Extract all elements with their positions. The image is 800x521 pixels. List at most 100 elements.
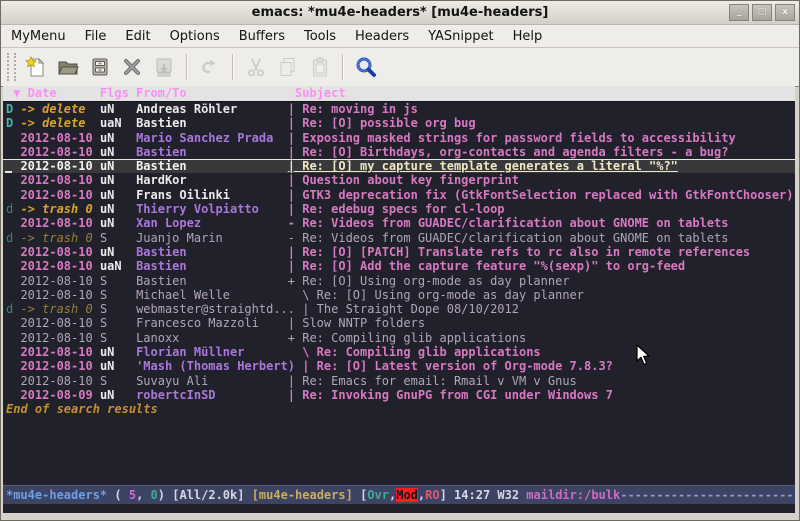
subject-column: \ Re: Compiling glib applications [288,345,541,359]
mark-column [6,345,20,359]
mark-column [6,145,20,159]
date-column: 2012-08-10 [20,159,99,173]
modeline-segment: Mod [396,488,418,502]
message-row[interactable]: 2012-08-10 uN HardKor | Question about k… [3,173,795,187]
message-row[interactable]: D -> delete uN Andreas Röhler | Re: movi… [3,102,795,116]
search-icon[interactable] [350,52,382,82]
from-column: Juanjo Marin [136,231,288,245]
mark-column: d [6,202,20,216]
flags-column: uN [100,388,136,402]
toolbar-separator [342,54,344,80]
menu-item-headers[interactable]: Headers [355,29,409,44]
message-row[interactable]: d -> trash 0 S Juanjo Marin - Re: Videos… [3,231,795,245]
menu-item-file[interactable]: File [85,29,107,44]
from-column: Bastien [136,245,288,259]
from-column: Michael Welle [136,288,288,302]
message-row[interactable]: d -> trash 0 S webmaster@straightd... | … [3,302,795,316]
from-column: Thierry Volpiatto [136,202,288,216]
menu-item-help[interactable]: Help [513,29,543,44]
message-row[interactable]: 2012-08-10 uaN Bastien | Re: [O] Add the… [3,259,795,273]
mark-action: -> trash 0 [20,202,99,216]
message-row[interactable]: 2012-08-10 S Suvayu Ali | Re: Emacs for … [3,374,795,388]
new-file-icon[interactable] [20,52,52,82]
message-row[interactable]: 2012-08-10 S Michael Welle \ Re: [O] Usi… [3,288,795,302]
save-icon[interactable] [84,52,116,82]
menu-item-buffers[interactable]: Buffers [239,29,285,44]
subject-column: | Re: [O] Latest version of Org-mode 7.8… [302,359,613,373]
close-button[interactable]: x [775,4,795,21]
message-row[interactable]: 2012-08-10 uN Florian Müllner \ Re: Comp… [3,345,795,359]
modeline-segment: ] [440,488,454,502]
message-row[interactable]: 2012-08-10 S Francesco Mazzoli | Slow NN… [3,316,795,330]
message-row[interactable]: 2012-08-10 uN Frans Oilinki | GTK3 depre… [3,188,795,202]
flags-column: uN [100,245,136,259]
menu-item-tools[interactable]: Tools [304,29,336,44]
mode-line[interactable]: *mu4e-headers* ( 5, 0) [All/2.0k] [mu4e-… [3,485,795,504]
flags-column: uN [100,202,136,216]
message-row[interactable]: 2012-08-10 uN Bastien | Re: [O] Birthday… [3,145,795,159]
mu4e-headers-buffer: ▼ Date Flgs From/To Subject D -> delete … [3,86,795,513]
subject-column: | Re: [O] [PATCH] Translate refs to rc a… [288,245,750,259]
date-column: 2012-08-10 [20,288,99,302]
from-column: Francesco Mazzoli [136,316,288,330]
date-column: 2012-08-10 [20,374,99,388]
mark-column [6,259,20,273]
window-buttons: _□x [729,4,795,21]
message-row[interactable]: 2012-08-10 uN Mario Sanchez Prada | Expo… [3,131,795,145]
mouse-cursor [636,344,652,366]
from-column: Bastien [136,145,288,159]
toolbar-grip-icon[interactable] [7,53,16,81]
message-row[interactable]: 2012-08-10 uN Bastien | Re: [O] [PATCH] … [3,245,795,259]
subject-column: | Re: [O] possible org bug [288,116,476,130]
headers-column-header[interactable]: ▼ Date Flgs From/To Subject [3,86,795,102]
from-column: Andreas Röhler [136,102,288,116]
date-column: 2012-08-10 [20,274,99,288]
from-column: Xan Lopez [136,216,288,230]
menu-bar: MyMenu File Edit Options Buffers Tools Headers… [1,25,799,48]
mark-column [6,274,20,288]
from-column: Frans Oilinki [136,188,288,202]
mark-column [6,216,20,230]
date-column: 2012-08-10 [20,131,99,145]
message-row[interactable]: d -> trash 0 uN Thierry Volpiatto | Re: … [3,202,795,216]
flags-column: S [100,331,136,345]
minimize-button[interactable]: _ [729,4,749,21]
flags-column: uN [100,345,136,359]
subject-column: | Re: moving in js [288,102,418,116]
menu-item-yasnippet[interactable]: YASnippet [428,29,494,44]
mark-column [6,316,20,330]
date-column: 2012-08-10 [20,245,99,259]
message-row-current[interactable]: 2012-08-10 uN Bastien | Re: [O] my captu… [3,159,795,173]
mark-action: -> delete [20,102,99,116]
subject-column: - Re: Videos from GUADEC/clarification a… [288,231,729,245]
minibuffer[interactable] [3,504,795,513]
message-row[interactable]: 2012-08-10 uN 'Mash (Thomas Herbert) | R… [3,359,795,373]
undo-icon [194,52,226,82]
date-column: 2012-08-09 [20,388,99,402]
modeline-segment: [mu4e-headers] [252,488,353,502]
message-row[interactable]: D -> delete uaN Bastien | Re: [O] possib… [3,116,795,130]
menu-item-mymenu[interactable]: MyMenu [11,29,66,44]
mark-column: D [6,102,20,116]
modeline-segment: *mu4e-headers* [6,488,107,502]
maximize-button[interactable]: □ [752,4,772,21]
menu-item-edit[interactable]: Edit [125,29,150,44]
message-row[interactable]: 2012-08-09 uN robertcInSD | Re: Invoking… [3,388,795,402]
message-row[interactable]: 2012-08-10 uN Xan Lopez - Re: Videos fro… [3,216,795,230]
modeline-segment: , [136,488,150,502]
from-column: Suvayu Ali [136,374,288,388]
mark-column: d [6,302,20,316]
flags-column: uN [100,131,136,145]
subject-column: \ Re: [O] Using org-mode as day planner [288,288,584,302]
message-row[interactable]: 2012-08-10 S Lanoxx + Re: Compiling glib… [3,331,795,345]
menu-item-options[interactable]: Options [170,29,220,44]
close-buffer-icon[interactable] [116,52,148,82]
date-column: 2012-08-10 [20,359,99,373]
mark-column [6,288,20,302]
toolbar-separator [232,54,234,80]
message-row[interactable]: 2012-08-10 S Bastien + Re: [O] Using org… [3,274,795,288]
modeline-segment: RO [425,488,439,502]
subject-column: | Re: Invoking GnuPG from CGI under Wind… [288,388,613,402]
modeline-segment: ( [107,488,129,502]
open-folder-icon[interactable] [52,52,84,82]
